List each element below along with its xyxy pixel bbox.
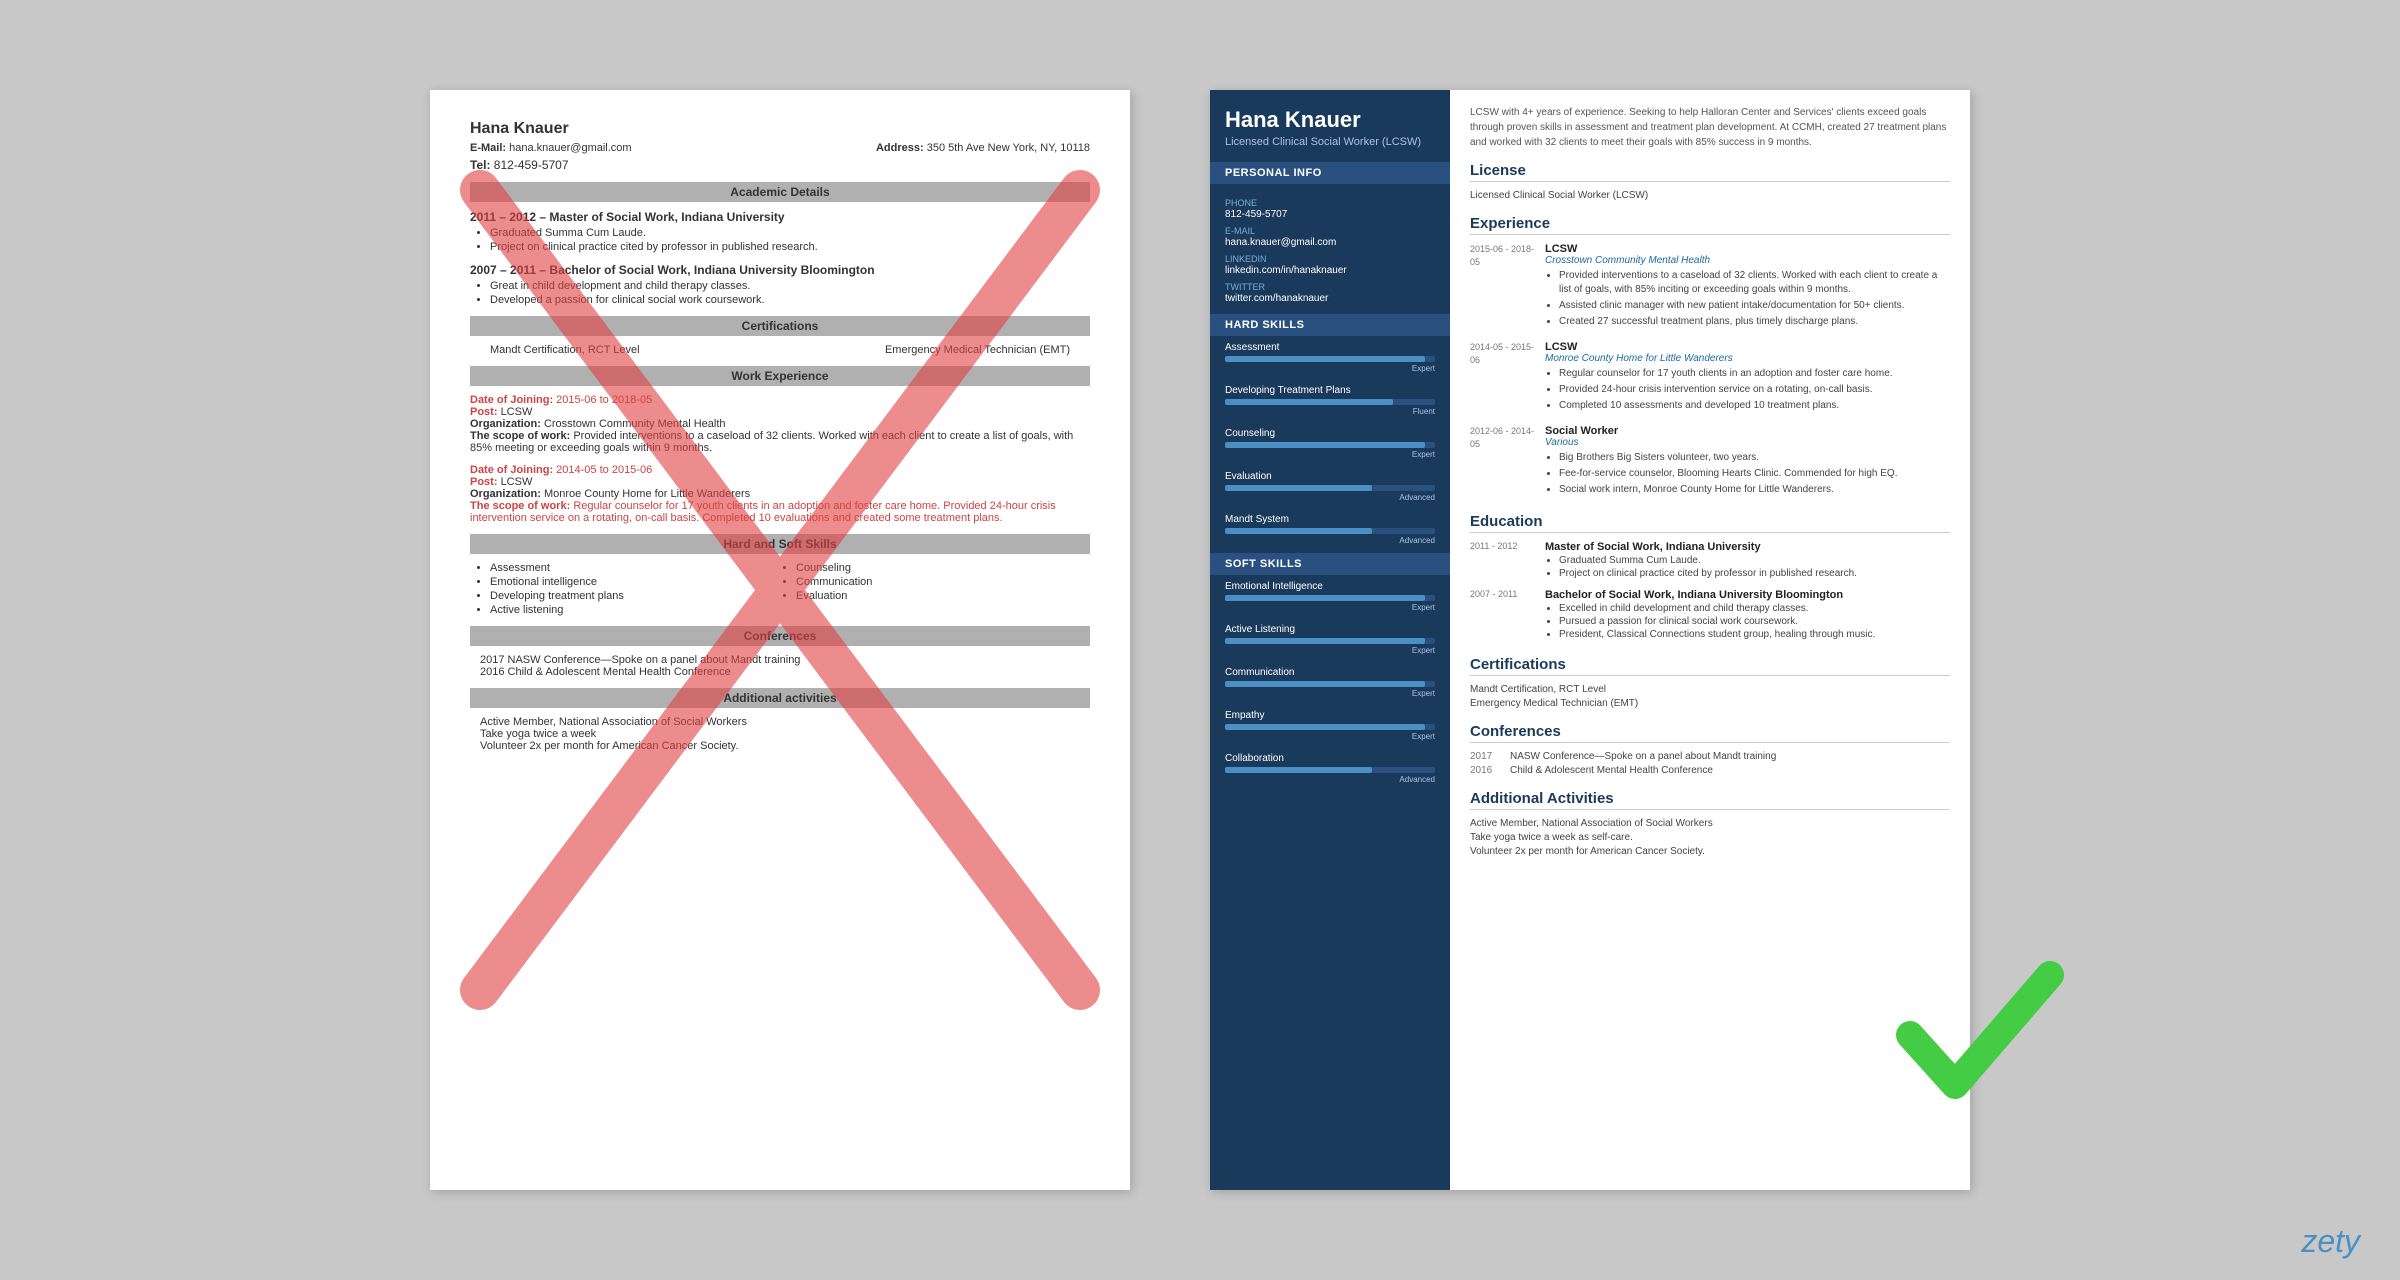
bad-name: Hana Knauer — [470, 120, 1090, 138]
conferences-section: Conferences 2017 NASW Conference—Spoke o… — [1470, 723, 1950, 776]
sidebar-header: Hana Knauer Licensed Clinical Social Wor… — [1210, 90, 1450, 160]
license-section: License Licensed Clinical Social Worker … — [1470, 162, 1950, 201]
bad-skills-list: Assessment Emotional intelligence Develo… — [470, 562, 1090, 616]
skill-evaluation: Evaluation Advanced — [1210, 465, 1450, 508]
conf-2: 2016 Child & Adolescent Mental Health Co… — [1470, 765, 1950, 776]
skill-counseling: Counseling Expert — [1210, 422, 1450, 465]
bad-conf-header: Conferences — [470, 626, 1090, 646]
bad-resume-wrapper: Hana Knauer E-Mail: hana.knauer@gmail.co… — [430, 90, 1130, 1190]
good-resume-wrapper: Hana Knauer Licensed Clinical Social Wor… — [1210, 90, 1970, 1190]
personal-info-block: Phone 812-459-5707 E-mail hana.knauer@gm… — [1210, 184, 1450, 312]
activities-section: Additional Activities Active Member, Nat… — [1470, 790, 1950, 857]
zety-logo: zety — [2301, 1223, 2360, 1260]
skill-collaboration: Collaboration Advanced — [1210, 747, 1450, 790]
exp-1: 2015-06 - 2018-05 LCSW Crosstown Communi… — [1470, 243, 1950, 331]
bad-email: E-Mail: hana.knauer@gmail.com — [470, 142, 632, 154]
bad-edu-2: 2007 – 2011 – Bachelor of Social Work, I… — [470, 263, 1090, 306]
bad-certs-header: Certifications — [470, 316, 1090, 336]
bad-address: Address: 350 5th Ave New York, NY, 10118 — [876, 142, 1090, 154]
summary: LCSW with 4+ years of experience. Seekin… — [1470, 105, 1950, 150]
soft-skills-title: Soft Skills — [1210, 553, 1450, 575]
bad-activities-header: Additional activities — [470, 688, 1090, 708]
exp-3: 2012-06 - 2014-05 Social Worker Various … — [1470, 425, 1950, 499]
good-edu-1: 2011 - 2012 Master of Social Work, India… — [1470, 541, 1950, 581]
good-title: Licensed Clinical Social Worker (LCSW) — [1225, 136, 1435, 148]
exp-2: 2014-05 - 2015-06 LCSW Monroe County Hom… — [1470, 341, 1950, 415]
certs-section: Certifications Mandt Certification, RCT … — [1470, 656, 1950, 709]
bad-resume: Hana Knauer E-Mail: hana.knauer@gmail.co… — [430, 90, 1130, 1190]
conf-1: 2017 NASW Conference—Spoke on a panel ab… — [1470, 751, 1950, 762]
bad-work-header: Work Experience — [470, 366, 1090, 386]
skill-treatment: Developing Treatment Plans Fluent — [1210, 379, 1450, 422]
skill-mandt: Mandt System Advanced — [1210, 508, 1450, 551]
good-name: Hana Knauer — [1225, 108, 1435, 132]
skill-empathy: Empathy Expert — [1210, 704, 1450, 747]
bad-conferences: 2017 NASW Conference—Spoke on a panel ab… — [470, 654, 1090, 678]
bad-skills-header: Hard and Soft Skills — [470, 534, 1090, 554]
checkmark-overlay — [1890, 945, 2070, 1130]
personal-info-title: Personal Info — [1210, 162, 1450, 184]
bad-work-1: Date of Joining: 2015-06 to 2018-05 Post… — [470, 394, 1090, 454]
good-edu-2: 2007 - 2011 Bachelor of Social Work, Ind… — [1470, 589, 1950, 642]
bad-edu-1: 2011 – 2012 – Master of Social Work, Ind… — [470, 210, 1090, 253]
bad-academic-header: Academic Details — [470, 182, 1090, 202]
skill-eq: Emotional Intelligence Expert — [1210, 575, 1450, 618]
skill-assessment: Assessment Expert — [1210, 336, 1450, 379]
skill-communication: Communication Expert — [1210, 661, 1450, 704]
experience-section: Experience 2015-06 - 2018-05 LCSW Crosst… — [1470, 215, 1950, 499]
bad-certs-row: Mandt Certification, RCT Level Emergency… — [470, 344, 1090, 356]
education-section: Education 2011 - 2012 Master of Social W… — [1470, 513, 1950, 642]
bad-contact: E-Mail: hana.knauer@gmail.com Address: 3… — [470, 142, 1090, 154]
bad-work-2: Date of Joining: 2014-05 to 2015-06 Post… — [470, 464, 1090, 524]
bad-tel: Tel: 812-459-5707 — [470, 158, 1090, 172]
skill-listening: Active Listening Expert — [1210, 618, 1450, 661]
sidebar: Hana Knauer Licensed Clinical Social Wor… — [1210, 90, 1450, 1190]
bad-activities: Active Member, National Association of S… — [470, 716, 1090, 752]
hard-skills-title: Hard Skills — [1210, 314, 1450, 336]
good-resume: Hana Knauer Licensed Clinical Social Wor… — [1210, 90, 1970, 1190]
